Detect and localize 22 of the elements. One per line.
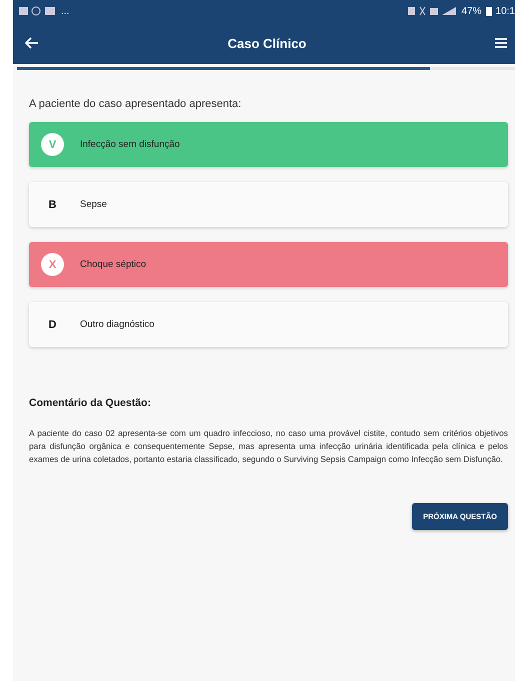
option-text: Sepse bbox=[80, 199, 107, 210]
option-text: Choque séptico bbox=[80, 259, 146, 270]
option-text: Outro diagnóstico bbox=[80, 319, 154, 330]
answer-option[interactable]: B Sepse bbox=[29, 182, 508, 227]
answer-option[interactable]: D Outro diagnóstico bbox=[29, 302, 508, 347]
back-arrow-icon[interactable] bbox=[25, 37, 39, 49]
menu-icon[interactable] bbox=[495, 38, 507, 48]
answer-option[interactable]: V Infecção sem disfunção bbox=[29, 122, 508, 167]
battery-icon bbox=[486, 6, 492, 16]
question-text: A paciente do caso apresentado apresenta: bbox=[29, 98, 242, 110]
option-text: Infecção sem disfunção bbox=[80, 139, 180, 150]
screen-title: Caso Clínico bbox=[226, 36, 308, 50]
option-letter: X bbox=[41, 253, 64, 276]
more-notifications: ... bbox=[61, 6, 70, 16]
comment-text: A paciente do caso 02 apresenta-se com um quadro infeccioso, no caso uma provável cistite, contudo sem critérios objetivos para disfunção orgânica e consequentemente Sepse, mas apresenta uma infecção urinária identificada pela clínica e pelos exames de urina coletados, portanto estaria classificado, segundo o Surviving Sepsis Campaign como Infecção sem Disfunção. bbox=[29, 427, 508, 466]
battery-level: 47% bbox=[462, 6, 482, 16]
answer-option[interactable]: X Choque séptico bbox=[29, 242, 508, 287]
option-letter: B bbox=[48, 198, 58, 212]
comment-title: Comentário da Questão: bbox=[29, 397, 152, 409]
option-letter: V bbox=[41, 133, 64, 156]
option-letter: D bbox=[48, 318, 58, 332]
clock: 10:1 bbox=[496, 6, 515, 16]
